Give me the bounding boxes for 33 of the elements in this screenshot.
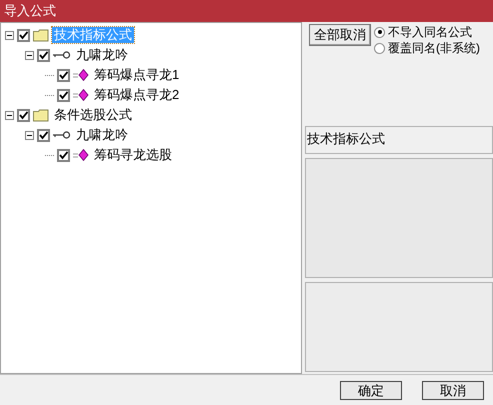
tree-item[interactable]: 条件选股公式 bbox=[52, 107, 134, 123]
checkbox[interactable] bbox=[17, 108, 30, 122]
radio-button[interactable] bbox=[374, 26, 385, 38]
key-icon bbox=[53, 131, 71, 139]
diamond-icon bbox=[73, 89, 89, 101]
window-title: 导入公式 bbox=[4, 2, 56, 20]
checkbox[interactable] bbox=[57, 68, 70, 82]
cancel-all-button[interactable]: 全部取消 bbox=[309, 24, 371, 46]
tree-item[interactable]: 九啸龙吟 bbox=[74, 127, 130, 143]
checkbox[interactable] bbox=[17, 28, 30, 42]
checkbox[interactable] bbox=[57, 88, 70, 102]
expander[interactable] bbox=[5, 30, 14, 40]
tree-item[interactable]: 九啸龙吟 bbox=[74, 47, 130, 63]
folder-icon bbox=[33, 28, 49, 42]
tree-item[interactable]: 筹码寻龙选股 bbox=[92, 147, 174, 163]
radio-button[interactable] bbox=[374, 42, 385, 54]
expander[interactable] bbox=[25, 130, 34, 140]
dialog-button[interactable]: 取消 bbox=[422, 380, 484, 400]
diamond-icon bbox=[73, 149, 89, 161]
dialog-button[interactable]: 确定 bbox=[340, 380, 402, 400]
expander[interactable] bbox=[25, 50, 34, 60]
radio-label: 不导入同名公式 bbox=[388, 24, 472, 41]
checkbox[interactable] bbox=[57, 148, 70, 162]
checkbox[interactable] bbox=[37, 48, 50, 62]
radio-label: 覆盖同名(非系统) bbox=[388, 40, 480, 57]
expander[interactable] bbox=[5, 110, 14, 120]
info-label: 技术指标公式 bbox=[307, 131, 385, 146]
tree-item[interactable]: 筹码爆点寻龙2 bbox=[92, 87, 182, 103]
folder-icon bbox=[33, 108, 49, 122]
checkbox[interactable] bbox=[37, 128, 50, 142]
tree-item[interactable]: 筹码爆点寻龙1 bbox=[92, 67, 182, 83]
key-icon bbox=[53, 51, 71, 59]
diamond-icon bbox=[73, 69, 89, 81]
